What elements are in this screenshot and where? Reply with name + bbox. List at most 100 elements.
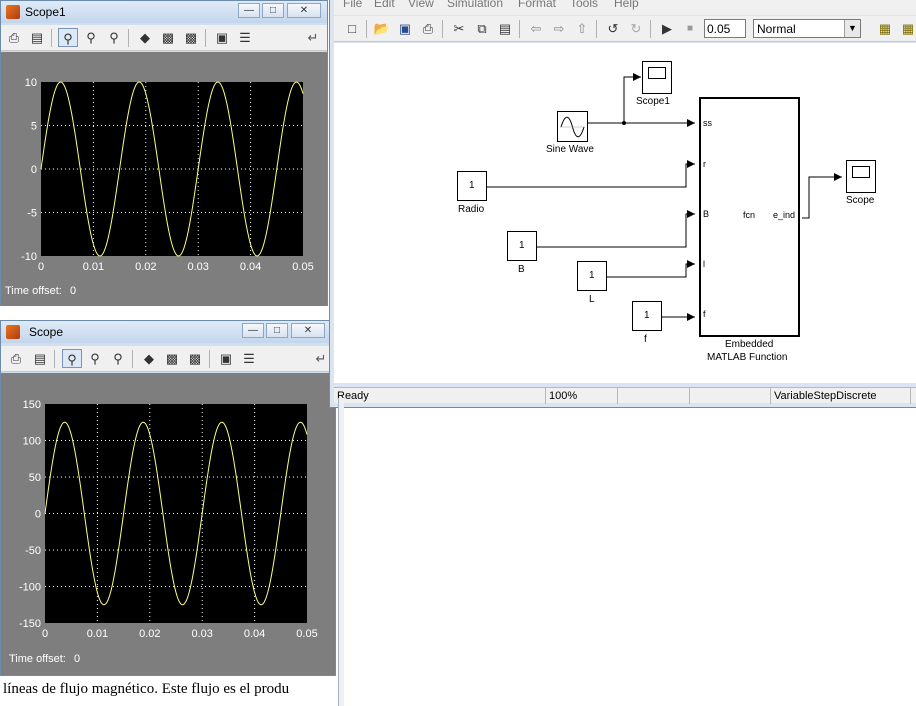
floating-scope-icon[interactable]: ▣ [216,349,236,368]
model-toolbar: □ 📂 ▣ ⎙ ✂ ⧉ ▤ ⇦ ⇨ ⇧ ↺ ↻ ▶ ■ Normal ▼ ▦ ▦ [334,16,916,42]
chevron-down-icon: ▼ [844,20,860,37]
embedded-matlab-function-block[interactable]: ss r B l f fcn e_ind [699,97,800,337]
radio-label: Radio [458,204,485,215]
zoom-y-icon[interactable]: ⚲ [108,349,128,368]
scope-block[interactable] [846,160,876,193]
print-icon[interactable]: ⎙ [418,19,438,38]
f-block[interactable]: 1 [632,301,662,331]
close-button[interactable]: ✕ [287,3,321,18]
stop-icon[interactable]: ■ [680,19,700,38]
zoom-icon[interactable]: ⚲ [58,28,78,47]
branch-point [622,121,626,125]
signal-selector-icon[interactable]: ☰ [239,349,259,368]
document-text: líneas de flujo magnético. Este flujo es… [3,681,290,697]
line-radio-r[interactable] [485,160,695,188]
print-icon[interactable]: ⎙ [4,28,24,47]
paste-icon[interactable]: ▤ [495,19,515,38]
restore-axes-icon[interactable]: ▩ [181,28,201,47]
status-zoom: 100% [546,388,618,404]
fcn-caption-line1: Embedded [725,339,774,350]
minimize-button[interactable]: — [238,3,260,18]
sim-mode-select[interactable]: Normal ▼ [753,19,861,38]
port-b: B [703,209,710,219]
sine-wave-label: Sine Wave [546,144,594,155]
scope1-block[interactable] [642,61,672,94]
x-tick-label: 0.02 [135,261,156,273]
f-label: f [644,334,647,345]
back-icon[interactable]: ⇦ [526,19,546,38]
autoscale-icon[interactable]: ◆ [139,349,159,368]
radio-block[interactable]: 1 [457,171,487,201]
x-tick-label: 0.01 [83,261,104,273]
b-block[interactable]: 1 [507,231,537,261]
x-tick-label: 0.03 [191,628,212,640]
scope-titlebar[interactable]: Scope — □ ✕ [1,321,335,343]
open-icon[interactable]: 📂 [372,19,392,38]
line-b-b[interactable] [536,210,695,248]
menu-bar: File Edit View Simulation Format Tools H… [334,0,916,15]
scope-toolbar: ⎙ ▤ ⚲ ⚲ ⚲ ◆ ▩ ▩ ▣ ☰ ↵ [1,346,335,372]
build-icon[interactable]: ▦ [875,19,895,38]
menu-help[interactable]: Help [614,0,639,10]
zoom-y-icon[interactable]: ⚲ [104,28,124,47]
model-window: File Edit View Simulation Format Tools H… [329,0,916,408]
parameters-icon[interactable]: ▤ [30,349,50,368]
scope1-title: Scope1 [25,5,66,19]
y-tick-label: -100 [19,582,41,594]
l-block[interactable]: 1 [577,261,607,291]
matlab-icon [6,325,20,339]
port-r: r [703,159,706,169]
save-axes-icon[interactable]: ▩ [162,349,182,368]
autoscale-icon[interactable]: ◆ [135,28,155,47]
undo-icon[interactable]: ↺ [603,19,623,38]
port-f: f [703,309,706,319]
zoom-icon[interactable]: ⚲ [62,349,82,368]
maximize-button[interactable]: □ [266,323,288,338]
chevron-icon[interactable]: ↵ [303,28,323,47]
menu-file[interactable]: File [343,0,362,10]
menu-edit[interactable]: Edit [374,0,395,10]
forward-icon[interactable]: ⇨ [549,19,569,38]
up-icon[interactable]: ⇧ [572,19,592,38]
minimize-button[interactable]: — [242,323,264,338]
run-icon[interactable]: ▶ [657,19,677,38]
x-tick-label: 0.04 [244,628,265,640]
sine-wave-block[interactable] [557,111,588,142]
signal-lines [485,73,842,321]
library-icon[interactable]: ▦ [898,19,916,38]
port-ss: ss [703,118,712,128]
status-bar: Ready 100% VariableStepDiscrete [334,387,916,404]
radio-value: 1 [469,180,475,191]
save-axes-icon[interactable]: ▩ [158,28,178,47]
redo-icon[interactable]: ↻ [626,19,646,38]
parameters-icon[interactable]: ▤ [27,28,47,47]
menu-simulation[interactable]: Simulation [447,0,503,10]
new-model-icon[interactable]: □ [342,19,362,38]
save-icon[interactable]: ▣ [395,19,415,38]
zoom-x-icon[interactable]: ⚲ [81,28,101,47]
signal-selector-icon[interactable]: ☰ [235,28,255,47]
zoom-x-icon[interactable]: ⚲ [85,349,105,368]
b-value: 1 [519,240,525,251]
line-fcn-scope[interactable] [802,173,842,219]
print-icon[interactable]: ⎙ [6,349,26,368]
status-empty-1 [618,388,690,404]
copy-icon[interactable]: ⧉ [472,19,492,38]
status-solver: VariableStepDiscrete [771,388,911,404]
y-tick-label: 0 [31,164,37,176]
stop-time-input[interactable] [704,19,746,38]
restore-axes-icon[interactable]: ▩ [185,349,205,368]
menu-view[interactable]: View [408,0,434,10]
cut-icon[interactable]: ✂ [449,19,469,38]
floating-scope-icon[interactable]: ▣ [212,28,232,47]
matlab-icon [6,5,20,19]
menu-tools[interactable]: Tools [570,0,598,10]
chevron-icon[interactable]: ↵ [311,349,331,368]
maximize-button[interactable]: □ [262,3,284,18]
close-button[interactable]: ✕ [291,323,325,338]
model-canvas[interactable]: Scope1 Sine Wave 1 Radio 1 B 1 L 1 f ss … [334,43,916,383]
line-l-l[interactable] [606,260,695,278]
menu-format[interactable]: Format [518,0,556,10]
scope-time-offset-value: 0 [74,653,81,665]
scope1-titlebar[interactable]: Scope1 — □ ✕ [1,1,327,23]
